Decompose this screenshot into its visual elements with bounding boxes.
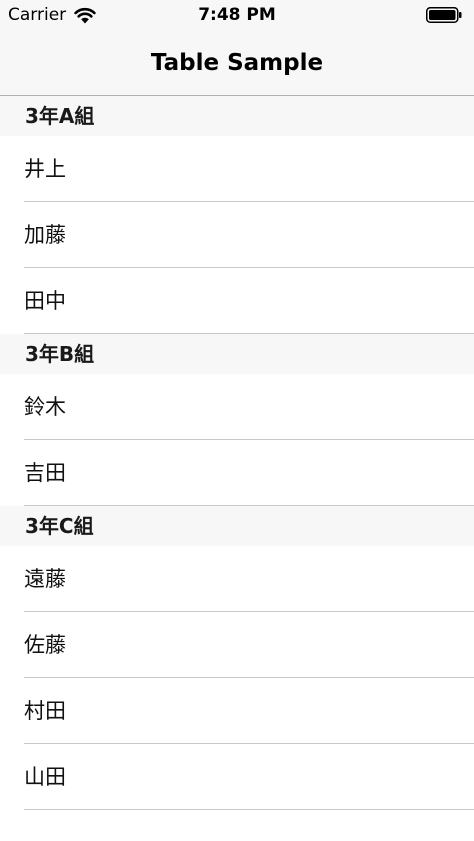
section-header: 3年A組 [0,96,474,136]
table-row-label: 田中 [24,289,66,313]
table-row-label: 遠藤 [24,567,66,591]
section-header: 3年B組 [0,334,474,374]
table-row[interactable]: 鈴木 [0,374,474,440]
table-view[interactable]: 3年A組井上加藤田中 3年B組鈴木吉田 3年C組遠藤佐藤村田山田 [0,96,474,810]
section-header: 3年C組 [0,506,474,546]
table-row[interactable]: 遠藤 [0,546,474,612]
table-row[interactable]: 井上 [0,136,474,202]
table-row-label: 井上 [24,157,66,181]
page-title: Table Sample [150,50,324,76]
table-row-label: 加藤 [24,223,66,247]
table-row-label: 鈴木 [24,395,66,419]
table-row[interactable]: 佐藤 [0,612,474,678]
table-row[interactable]: 田中 [0,268,474,334]
table-row[interactable]: 吉田 [0,440,474,506]
table-row[interactable]: 加藤 [0,202,474,268]
table-row-label: 佐藤 [24,633,66,657]
table-row-label: 山田 [24,765,66,789]
table-row[interactable]: 村田 [0,678,474,744]
table-row-label: 吉田 [24,461,66,485]
status-time: 7:48 PM [198,5,276,25]
status-bar: Carrier 7:48 PM [0,0,474,30]
battery-icon [426,7,462,23]
table-row[interactable]: 山田 [0,744,474,810]
navigation-bar: Table Sample [0,30,474,96]
table-row-label: 村田 [24,699,66,723]
